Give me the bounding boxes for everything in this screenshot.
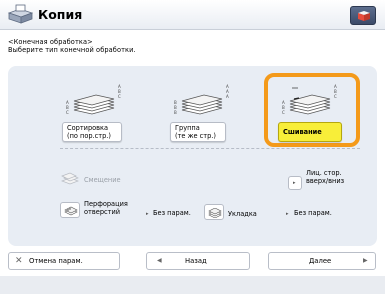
box-icon (358, 11, 370, 21)
back-button[interactable]: ◀ Назад (146, 252, 250, 270)
hole-punch-button[interactable] (60, 202, 80, 218)
next-button[interactable]: Далее ▶ (268, 252, 376, 270)
hole-punch-label-line2: отверстий (84, 207, 121, 216)
status-monitor-button[interactable] (350, 6, 376, 25)
stack-button[interactable] (204, 204, 224, 220)
window-title: Копия (38, 7, 83, 22)
hole-punch-icon (64, 206, 78, 216)
chevron-right-icon: ▸ (293, 180, 296, 186)
close-icon: ✕ (15, 256, 23, 266)
staple-option-button[interactable]: Сшивание (278, 122, 342, 142)
value-arrow-icon: ▸ (146, 211, 149, 217)
stack-label: Укладка (228, 210, 257, 218)
staple-label: Сшивание (283, 128, 322, 136)
svg-text:C: C (118, 94, 121, 99)
instruction-text: Выберите тип конечной обработки. (8, 46, 136, 54)
svg-text:C: C (66, 110, 69, 115)
hole-punch-value: Без парам. (153, 209, 191, 217)
cancel-settings-button[interactable]: ✕ Отмена парам. (8, 252, 120, 270)
svg-text:C: C (334, 94, 337, 99)
rotate-label: Лиц. стор. вверх/вниз (306, 169, 345, 185)
stack-icon (208, 208, 222, 218)
instruction-heading: <Конечная обработка> (8, 38, 93, 46)
triangle-left-icon: ◀ (157, 257, 162, 264)
copy-app-icon (7, 4, 34, 24)
sort-sublabel: (по пор.стр.) (67, 131, 111, 140)
rotate-button[interactable]: ▸ (288, 176, 302, 190)
group-sublabel: (те же стр.) (175, 131, 216, 140)
hole-punch-label: Перфорация отверстий (84, 200, 128, 216)
rotate-label-line2: вверх/вниз (306, 176, 345, 185)
sort-option-button[interactable]: Сортировка (по пор.стр.) (62, 122, 122, 142)
svg-text:C: C (282, 110, 285, 115)
sort-illustration-icon: A B C A B C (66, 84, 121, 115)
title-bar: Копия (0, 0, 385, 30)
group-option-button[interactable]: Группа (те же стр.) (170, 122, 226, 142)
svg-text:A: A (226, 94, 229, 99)
back-label: Назад (185, 257, 207, 265)
next-label: Далее (309, 257, 332, 265)
svg-text:B: B (174, 110, 177, 115)
status-bar (0, 276, 385, 294)
cancel-settings-label: Отмена парам. (29, 257, 83, 265)
offset-icon (61, 172, 79, 185)
finishing-panel: A B C A B C Сортировка (по пор.стр.) B B… (8, 66, 377, 246)
value-arrow-icon: ▸ (286, 211, 289, 217)
group-illustration-icon: B B B A A A (174, 84, 229, 115)
divider (60, 148, 360, 149)
staple-illustration-icon: A B C A B C (282, 84, 337, 115)
offset-label[interactable]: Смещение (84, 176, 121, 185)
instruction: <Конечная обработка> Выберите тип конечн… (8, 38, 136, 54)
triangle-right-icon: ▶ (363, 257, 368, 264)
stack-value: Без парам. (294, 209, 332, 217)
